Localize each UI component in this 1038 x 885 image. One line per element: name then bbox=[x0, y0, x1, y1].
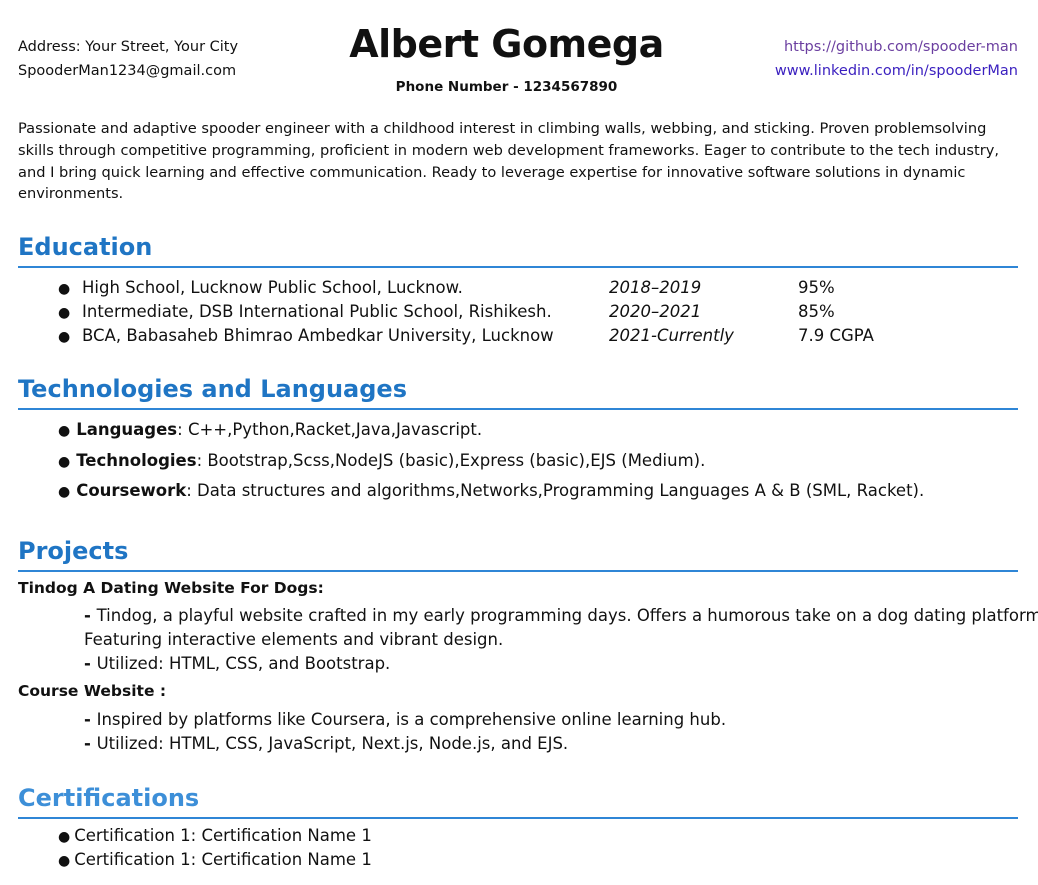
education-years: 2021-Currently bbox=[609, 326, 734, 345]
project-detail-text: Utilized: HTML, CSS, JavaScript, Next.js… bbox=[96, 734, 569, 753]
technology-text: : Bootstrap,Scss,NodeJS (basic),Express … bbox=[196, 451, 706, 470]
project-detail-text: Tindog, a playful website crafted in my … bbox=[96, 606, 1038, 625]
projects-heading: Projects bbox=[18, 537, 129, 565]
technology-label: Languages bbox=[76, 420, 178, 439]
education-row: ● Intermediate, DSB International Public… bbox=[58, 300, 835, 325]
education-score: 85% bbox=[798, 302, 835, 321]
certification-item: ● Certification 1: Certification Name 1 bbox=[58, 848, 372, 873]
project-detail-text: Inspired by platforms like Coursera, is … bbox=[96, 710, 727, 729]
education-years: 2020–2021 bbox=[609, 302, 702, 321]
bullet-icon: ● bbox=[58, 829, 71, 845]
technology-label: Coursework bbox=[76, 481, 187, 500]
bullet-icon: ● bbox=[58, 329, 71, 345]
summary: Passionate and adaptive spooder engineer… bbox=[18, 120, 999, 203]
technology-label: Technologies bbox=[76, 451, 197, 470]
education-score: 7.9 CGPA bbox=[798, 326, 874, 345]
project-detail: - Inspired by platforms like Coursera, i… bbox=[84, 710, 727, 729]
linkedin-link[interactable]: www.linkedin.com/in/spooderMan bbox=[775, 59, 1018, 83]
technologies-divider bbox=[18, 408, 1018, 410]
technology-row: ● Coursework: Data structures and algorit… bbox=[58, 476, 924, 508]
technology-row: ● Languages: C++,Python,Racket,Java,Javas… bbox=[58, 415, 482, 447]
project-detail: - Utilized: HTML, CSS, and Bootstrap. bbox=[84, 654, 391, 673]
project-title: Tindog A Dating Website For Dogs: bbox=[18, 579, 324, 597]
certification-text: Certification 1: Certification Name 1 bbox=[74, 826, 372, 845]
projects-divider bbox=[18, 570, 1018, 572]
bullet-icon: ● bbox=[58, 853, 71, 869]
bullet-icon: ● bbox=[58, 305, 71, 321]
education-school: BCA, Babasaheb Bhimrao Ambedkar Universi… bbox=[82, 326, 554, 345]
project-detail-text: Featuring interactive elements and vibra… bbox=[84, 630, 504, 649]
project-detail-text: Utilized: HTML, CSS, and Bootstrap. bbox=[96, 654, 391, 673]
education-divider bbox=[18, 266, 1018, 268]
project-detail: - Tindog, a playful website crafted in m… bbox=[84, 604, 1038, 628]
certifications-divider bbox=[18, 817, 1018, 819]
bullet-icon: ● bbox=[58, 281, 71, 297]
education-heading: Education bbox=[18, 233, 153, 261]
certification-text: Certification 1: Certification Name 1 bbox=[74, 850, 372, 869]
project-detail: - Utilized: HTML, CSS, JavaScript, Next.… bbox=[84, 734, 569, 753]
technology-text: : C++,Python,Racket,Java,Javascript. bbox=[177, 420, 483, 439]
technologies-heading: Technologies and Languages bbox=[18, 375, 407, 403]
project-title: Course Website : bbox=[18, 682, 167, 700]
bullet-icon: ● bbox=[58, 454, 71, 470]
education-row: ● BCA, Babasaheb Bhimrao Ambedkar Univer… bbox=[58, 324, 874, 349]
technology-row: ● Technologies: Bootstrap,Scss,NodeJS (ba… bbox=[58, 446, 705, 478]
education-years: 2018–2019 bbox=[609, 278, 702, 297]
bullet-icon: ● bbox=[58, 484, 71, 500]
education-school: High School, Lucknow Public School, Luck… bbox=[82, 278, 463, 297]
certifications-heading: Certifications bbox=[18, 784, 200, 812]
github-link[interactable]: https://github.com/spooder-man bbox=[775, 35, 1018, 59]
education-school: Intermediate, DSB International Public S… bbox=[82, 302, 552, 321]
education-row: ● High School, Lucknow Public School, Lu… bbox=[58, 276, 835, 301]
education-score: 95% bbox=[798, 278, 835, 297]
bullet-icon: ● bbox=[58, 423, 71, 439]
contact-right: https://github.com/spooder-man www.linke… bbox=[775, 35, 1018, 83]
project-detail: Featuring interactive elements and vibra… bbox=[84, 628, 503, 652]
certification-item: ● Certification 1: Certification Name 1 bbox=[58, 824, 372, 849]
technology-text: : Data structures and algorithms,Network… bbox=[186, 481, 925, 500]
